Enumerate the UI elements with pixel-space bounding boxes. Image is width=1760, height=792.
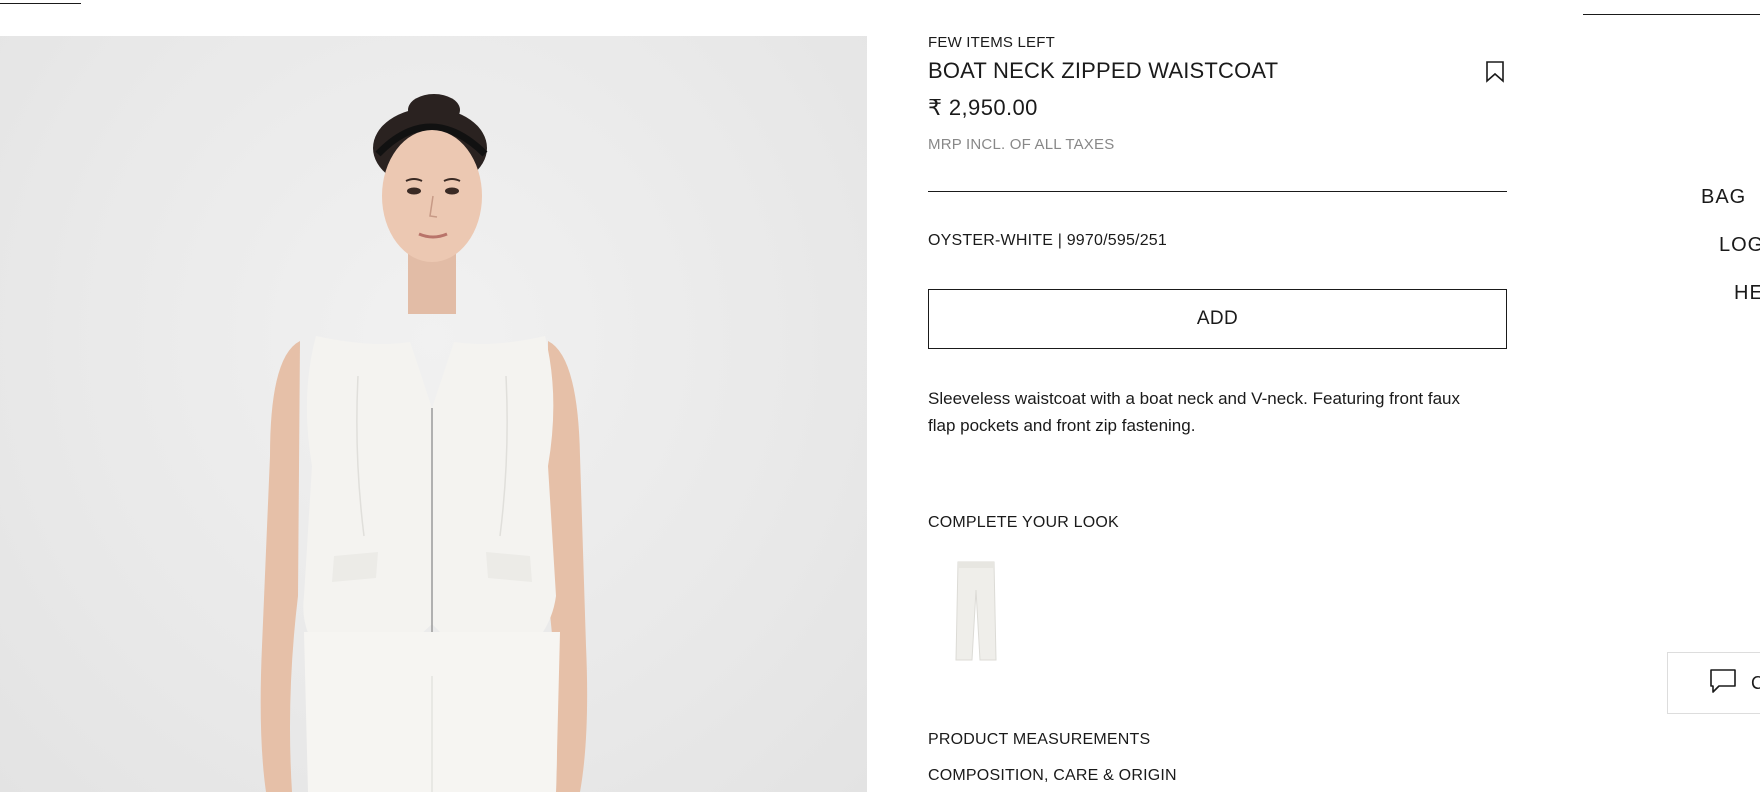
trousers-thumbnail <box>955 561 997 661</box>
top-divider-right <box>1583 14 1760 15</box>
chat-bubble-icon <box>1709 668 1737 699</box>
add-to-bag-button[interactable]: ADD <box>928 289 1507 349</box>
complete-look-heading: COMPLETE YOUR LOOK <box>928 514 1119 531</box>
model-photo-illustration <box>260 94 588 792</box>
product-description: Sleeveless waistcoat with a boat neck an… <box>928 389 1461 435</box>
product-measurements-link[interactable]: PRODUCT MEASUREMENTS <box>928 731 1150 749</box>
stock-status: FEW ITEMS LEFT <box>928 34 1055 51</box>
nav-login-link[interactable]: LOG <box>1719 234 1760 257</box>
chat-label: C <box>1751 672 1760 693</box>
product-price: ₹ 2,950.00 <box>928 95 1038 120</box>
product-image[interactable] <box>0 36 867 792</box>
bookmark-icon[interactable] <box>1484 60 1506 84</box>
nav-help-link[interactable]: HE <box>1734 282 1760 305</box>
color-reference: OYSTER-WHITE | 9970/595/251 <box>928 232 1167 249</box>
info-divider <box>928 191 1507 192</box>
composition-care-origin-link[interactable]: COMPOSITION, CARE & ORIGIN <box>928 767 1177 785</box>
chat-button[interactable]: C <box>1667 652 1760 714</box>
nav-bag-link[interactable]: BAG <box>1701 185 1760 209</box>
complete-look-item-trousers[interactable] <box>948 556 1004 664</box>
product-title: BOAT NECK ZIPPED WAISTCOAT <box>928 58 1279 83</box>
tax-note: MRP INCL. OF ALL TAXES <box>928 136 1115 153</box>
nav-bag-label: BAG <box>1701 186 1747 208</box>
top-divider-left <box>0 3 81 4</box>
